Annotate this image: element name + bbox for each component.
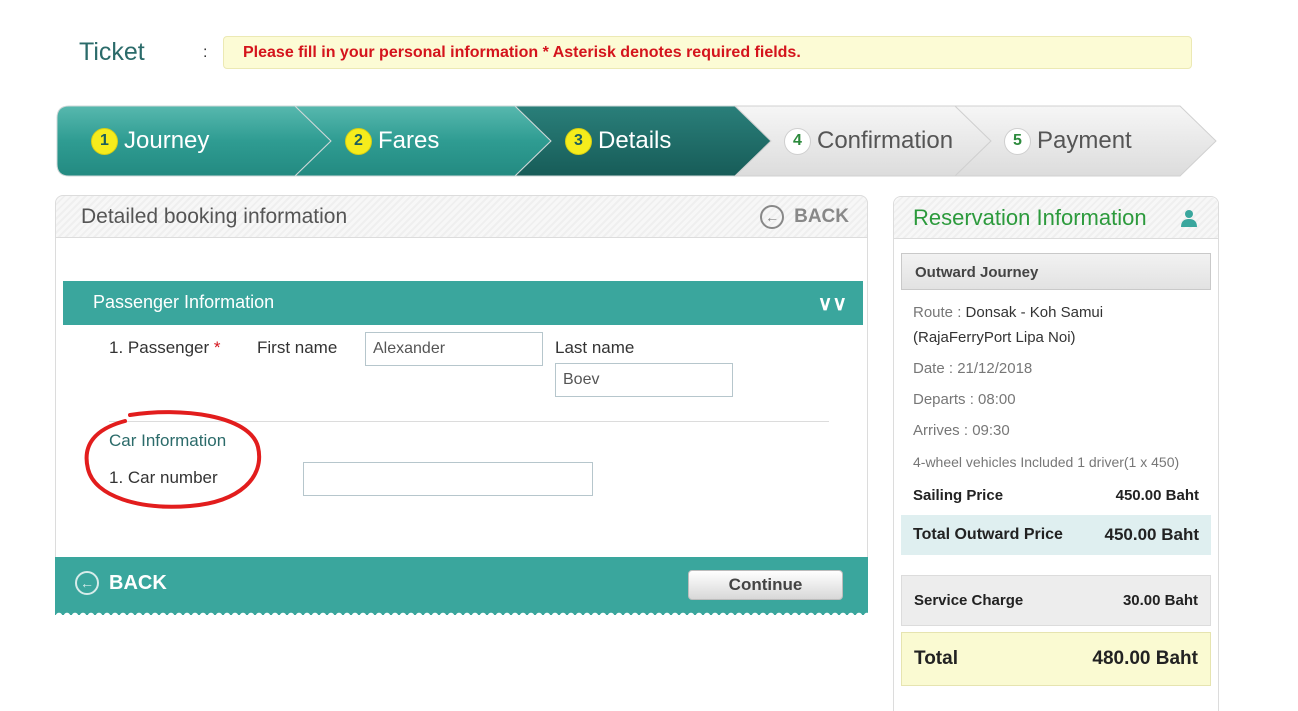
arrives-info: Arrives : 09:30 — [913, 422, 1010, 439]
continue-button[interactable]: Continue — [688, 570, 843, 600]
booking-panel-footer: ← BACK Continue — [55, 557, 868, 616]
back-label: BACK — [794, 206, 849, 227]
route-port-value: (RajaFerryPort Lipa Noi) — [913, 329, 1076, 346]
footer-back-label: BACK — [109, 571, 167, 594]
route-label: Route : — [913, 304, 962, 321]
date-label: Date : — [913, 360, 954, 377]
required-fields-notice: Please fill in your personal information… — [223, 36, 1192, 69]
step-fares[interactable]: 2 Fares — [345, 125, 439, 157]
footer-back-button[interactable]: ← BACK — [75, 571, 167, 595]
required-asterisk: * — [213, 338, 221, 357]
ticket-label: Ticket — [79, 38, 145, 66]
vehicle-line: 4-wheel vehicles Included 1 driver(1 x 4… — [913, 454, 1180, 470]
step-label: Fares — [378, 127, 440, 154]
sailing-price-label: Sailing Price — [913, 486, 1004, 504]
route-value: Donsak - Koh Samui — [965, 304, 1104, 321]
header-back-button[interactable]: ← BACK — [760, 205, 849, 229]
passenger-label-text: 1. Passenger — [109, 338, 210, 357]
departs-value: 08:00 — [978, 391, 1016, 408]
service-charge-value: 30.00 Baht — [1122, 592, 1198, 609]
service-charge-row: Service Charge 30.00 Baht — [901, 575, 1211, 626]
passenger-section-title: Passenger Information — [93, 292, 275, 312]
date-info: Date : 21/12/2018 — [913, 360, 1032, 377]
outward-journey-header: Outward Journey — [901, 253, 1211, 290]
first-name-field[interactable]: Alexander — [365, 332, 543, 366]
service-charge-label: Service Charge — [914, 592, 1024, 609]
step-label: Confirmation — [817, 127, 954, 154]
passenger-section-bar[interactable]: Passenger Information ∨∨ — [63, 281, 863, 325]
step-number: 1 — [91, 127, 118, 155]
total-outward-row: Total Outward Price 450.00 Baht — [901, 515, 1211, 555]
total-outward-label: Total Outward Price — [913, 526, 1063, 543]
footer-zigzag-edge — [55, 610, 868, 616]
step-number: 5 — [1004, 127, 1031, 155]
date-value: 21/12/2018 — [957, 360, 1033, 377]
passenger-label: 1. Passenger * — [109, 338, 221, 358]
header-colon: : — [203, 44, 208, 61]
first-name-label: First name — [257, 338, 338, 357]
arrives-label: Arrives : — [913, 422, 969, 439]
back-arrow-icon: ← — [760, 205, 785, 229]
user-icon — [1181, 210, 1197, 227]
booking-panel: Detailed booking information ← BACK Pass… — [55, 195, 868, 616]
grand-total-value: 480.00 Baht — [1092, 648, 1198, 669]
route-info: Route : Donsak - Koh Samui — [913, 304, 1103, 321]
step-details: 3 Details — [565, 125, 671, 157]
reservation-panel-header: Reservation Information — [894, 197, 1218, 239]
red-annotation-circle — [84, 410, 262, 509]
grand-total-label: Total — [914, 648, 958, 669]
departs-label: Departs : — [913, 391, 974, 408]
route-port-info: (RajaFerryPort Lipa Noi) — [913, 329, 1076, 346]
booking-steps: 1 Journey 2 Fares 3 Details 4 Confirmati… — [55, 104, 1220, 178]
step-confirmation: 4 Confirmation — [784, 125, 953, 157]
sailing-price-row: Sailing Price 450.00 Baht — [901, 479, 1211, 511]
back-arrow-icon: ← — [75, 571, 99, 595]
reservation-title: Reservation Information — [913, 205, 1147, 230]
step-label: Journey — [124, 127, 210, 154]
double-chevron-down-icon[interactable]: ∨∨ — [818, 291, 847, 316]
last-name-field[interactable]: Boev — [555, 363, 733, 397]
total-outward-value: 450.00 Baht — [1104, 525, 1200, 544]
step-number: 4 — [784, 127, 811, 155]
sailing-price-value: 450.00 Baht — [1115, 486, 1199, 504]
last-name-label: Last name — [555, 338, 635, 357]
grand-total-row: Total 480.00 Baht — [901, 632, 1211, 686]
step-payment: 5 Payment — [1004, 125, 1132, 157]
step-number: 2 — [345, 127, 372, 155]
car-number-field[interactable] — [303, 462, 593, 496]
step-label: Details — [598, 127, 672, 154]
step-journey[interactable]: 1 Journey — [91, 125, 209, 157]
booking-panel-title: Detailed booking information — [81, 205, 348, 228]
departs-info: Departs : 08:00 — [913, 391, 1016, 408]
reservation-panel: Reservation Information Outward Journey … — [893, 196, 1219, 711]
arrives-value: 09:30 — [972, 422, 1010, 439]
step-label: Payment — [1037, 127, 1132, 154]
step-number: 3 — [565, 127, 592, 155]
booking-panel-header: Detailed booking information ← BACK — [55, 195, 868, 238]
